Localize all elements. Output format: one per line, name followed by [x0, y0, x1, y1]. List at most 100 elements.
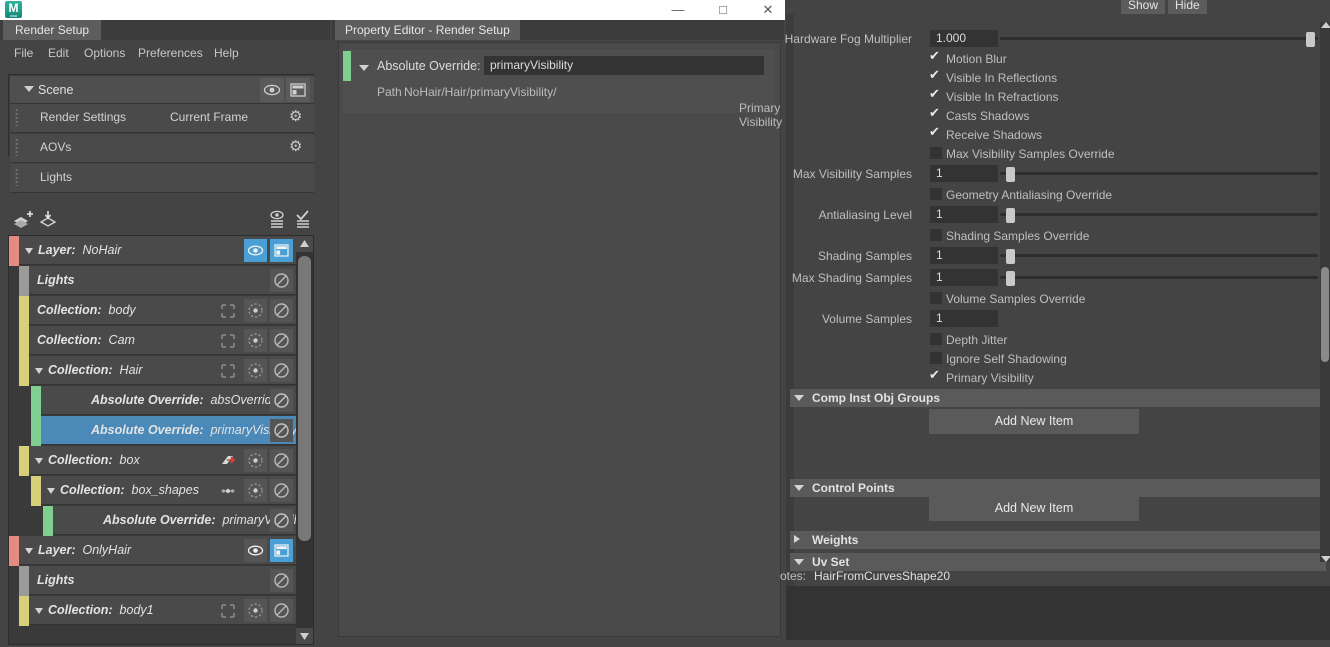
- no-entry-icon[interactable]: [270, 359, 293, 382]
- add-new-item-button[interactable]: Add New Item: [929, 409, 1139, 434]
- attr-field-input[interactable]: 1: [930, 165, 998, 182]
- tree-row-box[interactable]: Collection: box: [9, 446, 298, 476]
- tree-vertical-scrollbar[interactable]: [296, 236, 313, 644]
- attr-checkbox-casts-shadows[interactable]: Casts Shadows: [786, 107, 1320, 127]
- attr-checkbox-ignore-self-shadowing[interactable]: Ignore Self Shadowing: [786, 350, 1320, 370]
- scene-row-aovs[interactable]: AOVs⚙: [10, 134, 314, 163]
- menu-file[interactable]: File: [10, 44, 37, 62]
- checkbox-box[interactable]: [930, 188, 942, 200]
- attr-field-input[interactable]: 1: [930, 269, 998, 286]
- menu-help[interactable]: Help: [210, 44, 243, 62]
- tab-property-editor[interactable]: Property Editor - Render Setup: [335, 20, 520, 40]
- isolate-select-icon[interactable]: [244, 449, 267, 472]
- layer-visibility-toggle[interactable]: [244, 539, 267, 562]
- tree-row-lights[interactable]: Lights: [9, 266, 298, 296]
- no-entry-icon[interactable]: [270, 269, 293, 292]
- checkbox-box[interactable]: [930, 147, 942, 159]
- gear-icon[interactable]: ⚙: [289, 108, 306, 125]
- attr-checkbox-receive-shadows[interactable]: Receive Shadows: [786, 126, 1320, 146]
- collection-filter-icon[interactable]: [220, 603, 236, 619]
- chevron-down-icon[interactable]: [794, 395, 804, 401]
- chevron-down-icon[interactable]: [35, 608, 43, 614]
- attr-checkbox-geometry-antialiasing-override[interactable]: Geometry Antialiasing Override: [786, 186, 1320, 206]
- chevron-down-icon[interactable]: [794, 485, 804, 491]
- attr-slider-handle[interactable]: [1006, 249, 1015, 264]
- scroll-down-arrow[interactable]: [296, 628, 313, 644]
- chevron-down-icon[interactable]: [47, 488, 55, 494]
- attr-checkbox-primary-visibility[interactable]: Primary Visibility: [786, 369, 1320, 389]
- checkbox-box[interactable]: [930, 109, 942, 121]
- tree-row-absoverride1[interactable]: Absolute Override: absOverride1: [9, 386, 298, 416]
- override-name-input[interactable]: primaryVisibility: [484, 56, 764, 75]
- attr-slider-handle[interactable]: [1006, 167, 1015, 182]
- section-weights[interactable]: Weights: [790, 531, 1326, 549]
- no-entry-icon[interactable]: [270, 449, 293, 472]
- chevron-down-icon[interactable]: [25, 548, 33, 554]
- checkbox-box[interactable]: [930, 229, 942, 241]
- drag-handle[interactable]: [15, 108, 19, 126]
- drag-handle[interactable]: [15, 138, 19, 156]
- tree-row-primaryvisibility[interactable]: Absolute Override: primaryVisibility: [9, 416, 298, 446]
- attr-checkbox-max-visibility-samples-override[interactable]: Max Visibility Samples Override: [786, 145, 1320, 165]
- create-collection-icon[interactable]: [36, 208, 62, 234]
- drag-handle[interactable]: [15, 168, 19, 186]
- attr-slider-track[interactable]: [1000, 37, 1318, 40]
- add-new-item-button[interactable]: Add New Item: [929, 496, 1139, 521]
- tree-scrollbar-thumb[interactable]: [298, 256, 311, 541]
- checkbox-box[interactable]: [930, 352, 942, 364]
- attr-slider-track[interactable]: [1000, 213, 1318, 216]
- layer-render-toggle[interactable]: [270, 539, 293, 562]
- no-entry-icon[interactable]: [270, 599, 293, 622]
- filter-visible-icon[interactable]: [264, 208, 290, 234]
- checkbox-box[interactable]: [930, 371, 942, 383]
- tree-row-box_shapes[interactable]: Collection: box_shapes: [9, 476, 298, 506]
- collection-filter-icon[interactable]: [220, 453, 236, 469]
- scene-row-lights[interactable]: Lights: [10, 164, 314, 193]
- notes-textarea[interactable]: [786, 586, 1330, 640]
- attr-slider-track[interactable]: [1000, 254, 1318, 257]
- attribute-scrollbar-thumb[interactable]: [1321, 267, 1329, 362]
- attr-slider-handle[interactable]: [1006, 208, 1015, 223]
- scroll-up-arrow[interactable]: [296, 236, 313, 252]
- isolate-select-icon[interactable]: [244, 599, 267, 622]
- no-entry-icon[interactable]: [270, 479, 293, 502]
- isolate-select-icon[interactable]: [244, 299, 267, 322]
- attr-slider-track[interactable]: [1000, 172, 1318, 175]
- collection-filter-icon[interactable]: [220, 483, 236, 499]
- attr-slider-handle[interactable]: [1306, 32, 1315, 47]
- chevron-down-icon[interactable]: [359, 65, 369, 71]
- checkbox-box[interactable]: [930, 128, 942, 140]
- layer-visibility-toggle[interactable]: [244, 239, 267, 262]
- collection-filter-icon[interactable]: [220, 303, 236, 319]
- checkbox-box[interactable]: [930, 292, 942, 304]
- no-entry-icon[interactable]: [270, 419, 293, 442]
- hide-button[interactable]: Hide: [1168, 0, 1207, 14]
- collection-filter-icon[interactable]: [220, 363, 236, 379]
- attr-scroll-down-arrow[interactable]: [1321, 556, 1330, 562]
- tree-row-body1[interactable]: Collection: body1: [9, 596, 298, 626]
- minimize-button[interactable]: —: [655, 0, 701, 20]
- no-entry-icon[interactable]: [270, 509, 293, 532]
- attr-field-input[interactable]: 1.000: [930, 30, 998, 47]
- scene-header-row[interactable]: Scene: [10, 76, 314, 104]
- no-entry-icon[interactable]: [270, 329, 293, 352]
- attr-slider-handle[interactable]: [1006, 271, 1015, 286]
- attr-slider-track[interactable]: [1000, 276, 1318, 279]
- collection-filter-icon[interactable]: [220, 333, 236, 349]
- no-entry-icon[interactable]: [270, 569, 293, 592]
- eye-icon[interactable]: [260, 78, 284, 102]
- checkbox-box[interactable]: [930, 71, 942, 83]
- menu-edit[interactable]: Edit: [44, 44, 73, 62]
- checkbox-box[interactable]: [930, 52, 942, 64]
- attribute-vertical-scrollbar[interactable]: [1320, 22, 1330, 562]
- attr-checkbox-shading-samples-override[interactable]: Shading Samples Override: [786, 227, 1320, 247]
- attr-field-input[interactable]: 1: [930, 310, 998, 327]
- tree-row-hair[interactable]: Collection: Hair: [9, 356, 298, 386]
- isolate-select-icon[interactable]: [244, 479, 267, 502]
- menu-options[interactable]: Options: [80, 44, 129, 62]
- tab-render-setup[interactable]: Render Setup: [3, 20, 101, 40]
- render-icon[interactable]: [286, 78, 310, 102]
- maximize-button[interactable]: □: [700, 0, 746, 20]
- attr-checkbox-motion-blur[interactable]: Motion Blur: [786, 50, 1320, 70]
- filter-enabled-icon[interactable]: [290, 208, 316, 234]
